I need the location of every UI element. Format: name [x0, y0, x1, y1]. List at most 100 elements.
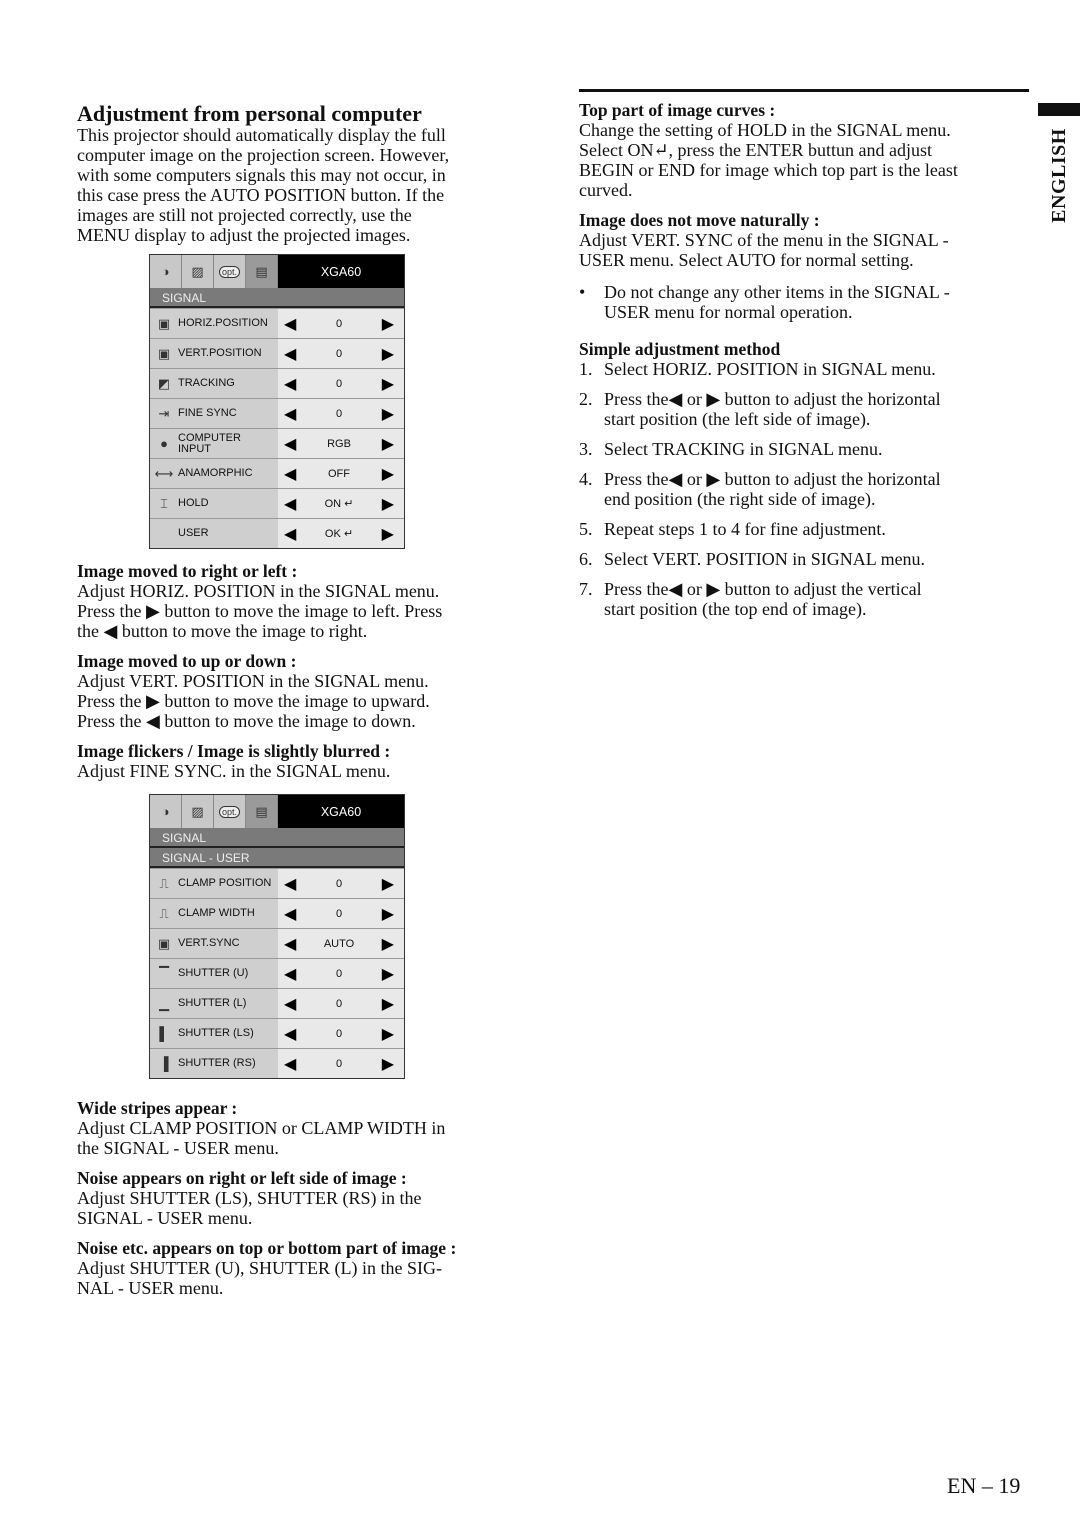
setting-value: OFF [328, 467, 350, 480]
setting-icon: ▁ [159, 996, 169, 1011]
text-line: Press the◀ or ▶ button to adjust the ver… [604, 579, 922, 599]
step-item: 6. Select VERT. POSITION in SIGNAL menu. [579, 549, 941, 569]
picture-tab-icon[interactable]: ◑ [150, 795, 182, 828]
menu-row[interactable]: ▣ VERT.SYNC ◀ AUTO ▶ [150, 928, 404, 958]
decrease-arrow-icon[interactable]: ◀ [284, 994, 296, 1014]
menu-row[interactable]: ⎍ CLAMP WIDTH ◀ 0 ▶ [150, 898, 404, 928]
setting-label: FINE SYNC [178, 407, 237, 419]
decrease-arrow-icon[interactable]: ◀ [284, 374, 296, 394]
text-line: Change the setting of HOLD in the SIGNAL… [579, 120, 951, 140]
text-line: Adjust HORIZ. POSITION in the SIGNAL men… [77, 581, 440, 601]
text-line: MENU display to adjust the projected ima… [77, 225, 411, 245]
section-heading: Noise appears on right or left side of i… [77, 1168, 407, 1188]
opt-tab-icon[interactable]: opt. [214, 255, 246, 288]
section-heading: Image does not move naturally : [579, 210, 820, 230]
setting-icon: ⟷ [154, 466, 174, 481]
step-item: 7. Press the◀ or ▶ button to adjust the v… [579, 579, 941, 619]
setting-value: 0 [335, 1027, 343, 1040]
signal-tab-icon[interactable]: ▤ [246, 795, 278, 828]
decrease-arrow-icon[interactable]: ◀ [284, 904, 296, 924]
menu-row[interactable]: USER ◀ OK ↵ ▶ [150, 518, 404, 548]
decrease-arrow-icon[interactable]: ◀ [284, 524, 296, 544]
setting-icon: ⎍ [159, 906, 169, 921]
increase-arrow-icon[interactable]: ▶ [382, 904, 394, 924]
menu-row[interactable]: ▣ VERT.POSITION ◀ 0 ▶ [150, 338, 404, 368]
menu-row[interactable]: ⇥ FINE SYNC ◀ 0 ▶ [150, 398, 404, 428]
text-line: This projector should automatically disp… [77, 125, 446, 145]
image-tab-icon[interactable]: ▨ [182, 255, 214, 288]
menu-row[interactable]: ▔ SHUTTER (U) ◀ 0 ▶ [150, 958, 404, 988]
decrease-arrow-icon[interactable]: ◀ [284, 964, 296, 984]
menu-row[interactable]: ⟷ ANAMORPHIC ◀ OFF ▶ [150, 458, 404, 488]
decrease-arrow-icon[interactable]: ◀ [284, 934, 296, 954]
step-item: 1. Select HORIZ. POSITION in SIGNAL menu. [579, 359, 941, 379]
text-line: Select TRACKING in SIGNAL menu. [604, 439, 883, 459]
increase-arrow-icon[interactable]: ▶ [382, 994, 394, 1014]
setting-icon: ▣ [157, 346, 171, 361]
step-number: 1. [579, 359, 593, 379]
decrease-arrow-icon[interactable]: ◀ [284, 1054, 296, 1074]
signal-tab-icon[interactable]: ▤ [246, 255, 278, 288]
decrease-arrow-icon[interactable]: ◀ [284, 464, 296, 484]
language-label: ENGLISH [1047, 128, 1070, 223]
menu-row[interactable]: ▌ SHUTTER (LS) ◀ 0 ▶ [150, 1018, 404, 1048]
text-line: Adjust VERT. SYNC of the menu in the SIG… [579, 230, 949, 250]
decrease-arrow-icon[interactable]: ◀ [284, 344, 296, 364]
increase-arrow-icon[interactable]: ▶ [382, 874, 394, 894]
increase-arrow-icon[interactable]: ▶ [382, 344, 394, 364]
menu-row[interactable]: ◩ TRACKING ◀ 0 ▶ [150, 368, 404, 398]
increase-arrow-icon[interactable]: ▶ [382, 1054, 394, 1074]
image-tab-icon[interactable]: ▨ [182, 795, 214, 828]
menu-row[interactable]: ▣ HORIZ.POSITION ◀ 0 ▶ [150, 308, 404, 338]
menu-row[interactable]: ⌶ HOLD ◀ ON ↵ ▶ [150, 488, 404, 518]
text-line: NAL - USER menu. [77, 1278, 224, 1298]
increase-arrow-icon[interactable]: ▶ [382, 494, 394, 514]
menu-row[interactable]: ▁ SHUTTER (L) ◀ 0 ▶ [150, 988, 404, 1018]
setting-value: 0 [335, 317, 343, 330]
opt-label: opt. [218, 805, 240, 818]
menu-row[interactable]: ⎍ CLAMP POSITION ◀ 0 ▶ [150, 868, 404, 898]
decrease-arrow-icon[interactable]: ◀ [284, 314, 296, 334]
setting-icon: ● [160, 436, 168, 451]
setting-value: 0 [335, 377, 343, 390]
picture-tab-icon[interactable]: ◑ [150, 255, 182, 288]
increase-arrow-icon[interactable]: ▶ [382, 934, 394, 954]
decrease-arrow-icon[interactable]: ◀ [284, 494, 296, 514]
opt-tab-icon[interactable]: opt. [214, 795, 246, 828]
step-item: 5. Repeat steps 1 to 4 for fine adjustmen… [579, 519, 941, 539]
step-number: 7. [579, 579, 593, 599]
decrease-arrow-icon[interactable]: ◀ [284, 434, 296, 454]
text-line: USER menu. Select AUTO for normal settin… [579, 250, 914, 270]
setting-label: VERT.POSITION [178, 347, 262, 359]
text-line: Repeat steps 1 to 4 for fine adjustment. [604, 519, 886, 539]
increase-arrow-icon[interactable]: ▶ [382, 524, 394, 544]
increase-arrow-icon[interactable]: ▶ [382, 314, 394, 334]
setting-icon: ◩ [157, 376, 171, 391]
decrease-arrow-icon[interactable]: ◀ [284, 874, 296, 894]
adjustment-method: Simple adjustment method 1. Select HORIZ. … [579, 339, 941, 619]
step-number: 6. [579, 549, 593, 569]
setting-label: HOLD [178, 497, 209, 509]
section-heading: Top part of image curves : [579, 100, 776, 120]
menu-row[interactable]: ▐ SHUTTER (RS) ◀ 0 ▶ [150, 1048, 404, 1078]
decrease-arrow-icon[interactable]: ◀ [284, 1024, 296, 1044]
decrease-arrow-icon[interactable]: ◀ [284, 404, 296, 424]
increase-arrow-icon[interactable]: ▶ [382, 1024, 394, 1044]
increase-arrow-icon[interactable]: ▶ [382, 464, 394, 484]
setting-label: CLAMP WIDTH [178, 907, 255, 919]
increase-arrow-icon[interactable]: ▶ [382, 434, 394, 454]
setting-icon: ▣ [157, 936, 171, 951]
setting-value: RGB [327, 437, 351, 450]
increase-arrow-icon[interactable]: ▶ [382, 964, 394, 984]
step-number: 5. [579, 519, 593, 539]
help-section: Top part of image curves : Change the set… [579, 100, 958, 200]
menu-row[interactable]: ● COMPUTER INPUT ◀ RGB ▶ [150, 428, 404, 458]
setting-label: SHUTTER (LS) [178, 1027, 254, 1039]
text-line: Adjust SHUTTER (LS), SHUTTER (RS) in the [77, 1188, 422, 1208]
setting-value: 0 [335, 1057, 343, 1070]
increase-arrow-icon[interactable]: ▶ [382, 374, 394, 394]
increase-arrow-icon[interactable]: ▶ [382, 404, 394, 424]
text-line: Select ON↵, press the ENTER buttun and a… [579, 140, 933, 160]
setting-value: 0 [335, 997, 343, 1010]
setting-icon: ▌ [159, 1026, 169, 1041]
